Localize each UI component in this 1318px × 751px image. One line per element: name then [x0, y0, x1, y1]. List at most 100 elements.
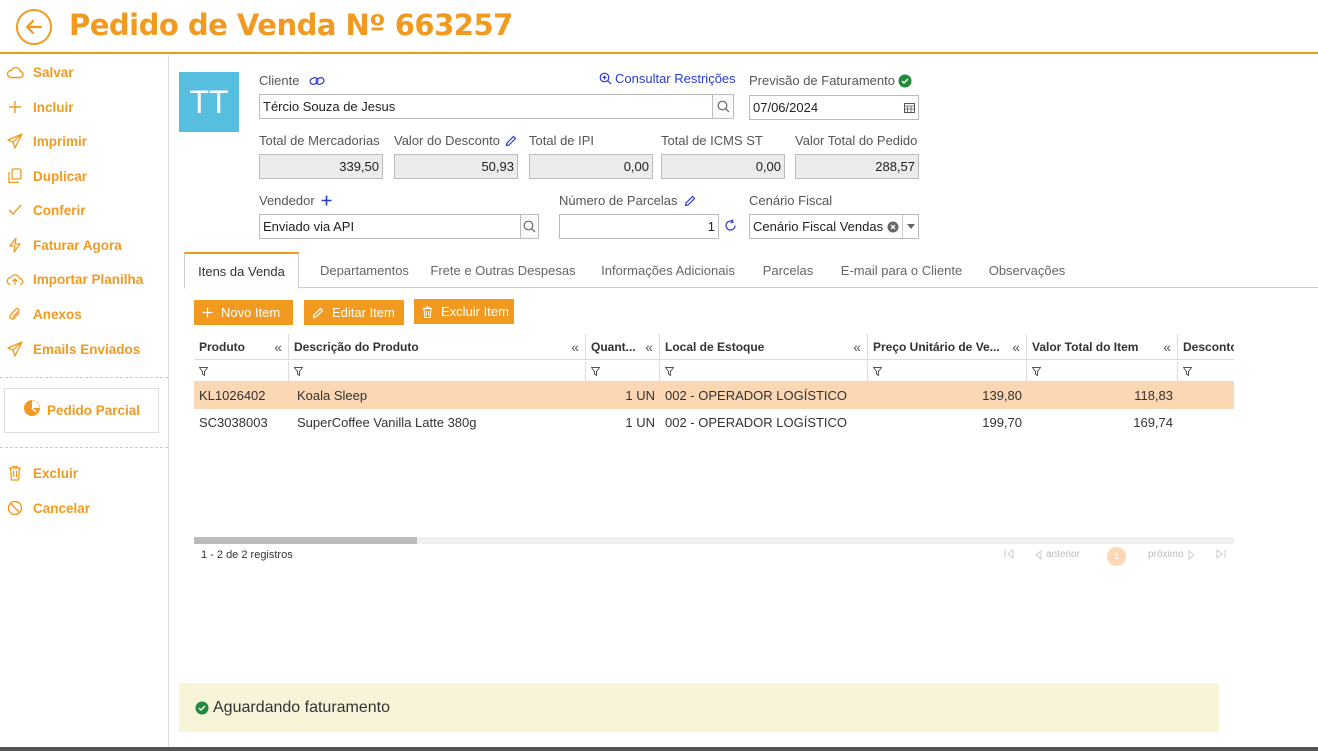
cliente-field[interactable]: Tércio Souza de Jesus	[259, 94, 734, 119]
send-icon	[6, 340, 24, 358]
collapse-icon[interactable]: «	[571, 339, 579, 355]
calendar-icon[interactable]	[901, 96, 918, 119]
numero-parcelas-label: Número de Parcelas	[559, 193, 696, 208]
tab-informacoes-adicionais[interactable]: Informações Adicionais	[588, 252, 748, 288]
tab-departamentos[interactable]: Departamentos	[303, 252, 426, 288]
chevron-down-icon[interactable]	[902, 215, 918, 238]
sidebar-item-excluir[interactable]: Excluir	[0, 458, 168, 488]
back-button[interactable]	[16, 9, 52, 45]
filter-icon[interactable]	[586, 361, 660, 382]
filter-icon[interactable]	[868, 361, 1027, 382]
bolt-icon	[6, 236, 24, 254]
pencil-icon[interactable]	[684, 195, 696, 207]
consultar-restricoes-link[interactable]: Consultar Restrições	[599, 71, 736, 86]
first-page-icon[interactable]	[1004, 549, 1015, 559]
total-mercadorias-label: Total de Mercadorias	[259, 133, 380, 148]
collapse-icon[interactable]: «	[1163, 339, 1171, 355]
excluir-item-button[interactable]: Excluir Item	[414, 299, 514, 324]
filter-icon[interactable]	[1027, 361, 1178, 382]
scrollbar-thumb[interactable]	[194, 537, 417, 544]
sidebar-item-cancelar[interactable]: Cancelar	[0, 493, 168, 523]
column-header-quantidade[interactable]: Quant... «	[586, 334, 660, 360]
total-icms-st-field: 0,00	[661, 154, 785, 179]
search-icon[interactable]	[520, 215, 538, 238]
page-title: Pedido de Venda Nº 663257	[69, 8, 513, 42]
cell-descricao: Koala Sleep	[297, 388, 368, 403]
table-row[interactable]: KL1026402 Koala Sleep 1 UN 002 - OPERADO…	[194, 382, 1234, 409]
sidebar-item-anexos[interactable]: Anexos	[0, 299, 168, 329]
sidebar-item-incluir[interactable]: Incluir	[0, 92, 168, 122]
sidebar-item-importar-planilha[interactable]: Importar Planilha	[0, 264, 168, 294]
editar-item-button[interactable]: Editar Item	[304, 300, 404, 325]
filter-icon[interactable]	[289, 361, 586, 382]
column-header-preco-unitario[interactable]: Preço Unitário de Ve... «	[868, 334, 1027, 360]
pencil-icon[interactable]	[505, 135, 517, 147]
next-page-button[interactable]: próximo	[1148, 549, 1195, 560]
tab-email-cliente[interactable]: E-mail para o Cliente	[834, 252, 969, 288]
tab-observacoes[interactable]: Observações	[982, 252, 1072, 288]
valor-desconto-label: Valor do Desconto	[394, 133, 517, 148]
column-header-descricao[interactable]: Descrição do Produto «	[289, 334, 586, 360]
filter-icon[interactable]	[660, 361, 868, 382]
cenario-fiscal-label: Cenário Fiscal	[749, 193, 833, 208]
cell-local-estoque: 002 - OPERADOR LOGÍSTICO	[665, 415, 848, 430]
sidebar: Salvar Incluir Imprimir Duplicar Conferi…	[0, 55, 169, 751]
column-header-local-estoque[interactable]: Local de Estoque «	[660, 334, 868, 360]
cell-preco-unitario: 139,80	[982, 388, 1022, 403]
column-header-desconto[interactable]: Desconto	[1178, 334, 1234, 360]
tab-frete[interactable]: Frete e Outras Despesas	[428, 252, 578, 288]
sidebar-item-imprimir[interactable]: Imprimir	[0, 126, 168, 156]
total-icms-st-label: Total de ICMS ST	[661, 133, 763, 148]
column-header-produto[interactable]: Produto «	[194, 334, 289, 360]
numero-parcelas-field[interactable]: 1	[559, 214, 719, 239]
tab-parcelas[interactable]: Parcelas	[756, 252, 820, 288]
collapse-icon[interactable]: «	[274, 339, 282, 355]
pencil-icon	[312, 307, 324, 319]
clear-icon[interactable]	[887, 221, 899, 233]
filter-icon[interactable]	[194, 361, 289, 382]
cell-produto: KL1026402	[199, 388, 266, 403]
check-icon	[6, 201, 24, 219]
chevron-right-icon	[1188, 549, 1195, 560]
sidebar-item-emails-enviados[interactable]: Emails Enviados	[0, 334, 168, 364]
tab-itens-da-venda[interactable]: Itens da Venda	[184, 252, 299, 289]
sidebar-item-duplicar[interactable]: Duplicar	[0, 161, 168, 191]
last-page-icon[interactable]	[1215, 549, 1226, 559]
cell-valor-total: 169,74	[1133, 415, 1173, 430]
search-icon[interactable]	[712, 95, 733, 118]
filter-icon[interactable]	[1178, 361, 1234, 382]
cell-local-estoque: 002 - OPERADOR LOGÍSTICO	[665, 388, 848, 403]
arrow-left-icon	[25, 19, 43, 35]
horizontal-scrollbar[interactable]	[194, 537, 1234, 544]
refresh-icon[interactable]	[724, 219, 737, 232]
table-row[interactable]: SC3038003 SuperCoffee Vanilla Latte 380g…	[194, 409, 1234, 436]
prev-page-button[interactable]: anterior	[1035, 549, 1080, 560]
cenario-fiscal-select[interactable]: Cenário Fiscal Vendas	[749, 214, 919, 239]
previsao-label: Previsão de Faturamento	[749, 73, 912, 88]
upload-icon	[6, 270, 24, 288]
collapse-icon[interactable]: «	[853, 339, 861, 355]
previsao-date-field[interactable]: 07/06/2024	[749, 95, 919, 120]
column-header-valor-total[interactable]: Valor Total do Item «	[1027, 334, 1178, 360]
novo-item-button[interactable]: Novo Item	[194, 300, 293, 325]
vendedor-field[interactable]: Enviado via API	[259, 214, 539, 239]
cell-quantidade: 1 UN	[625, 415, 655, 430]
total-ipi-label: Total de IPI	[529, 133, 595, 148]
current-page[interactable]: 1	[1107, 547, 1126, 566]
paperclip-icon	[6, 305, 24, 323]
link-icon[interactable]	[309, 74, 325, 89]
status-banner: Aguardando faturamento	[179, 683, 1219, 732]
collapse-icon[interactable]: «	[1012, 339, 1020, 355]
plus-icon	[202, 307, 213, 318]
pedido-parcial-button[interactable]: Pedido Parcial	[4, 388, 159, 433]
cell-quantidade: 1 UN	[625, 388, 655, 403]
valor-total-pedido-label: Valor Total do Pedido	[795, 133, 918, 148]
sidebar-item-conferir[interactable]: Conferir	[0, 195, 168, 225]
sidebar-item-salvar[interactable]: Salvar	[0, 57, 168, 87]
collapse-icon[interactable]: «	[645, 339, 653, 355]
tab-bar: Itens da Venda Departamentos Frete e Out…	[184, 252, 1318, 289]
sidebar-item-faturar-agora[interactable]: Faturar Agora	[0, 230, 168, 260]
grid-header: Produto « Descrição do Produto « Quant... «…	[194, 334, 1234, 360]
plus-icon[interactable]	[321, 195, 332, 206]
sidebar-divider	[0, 377, 168, 378]
